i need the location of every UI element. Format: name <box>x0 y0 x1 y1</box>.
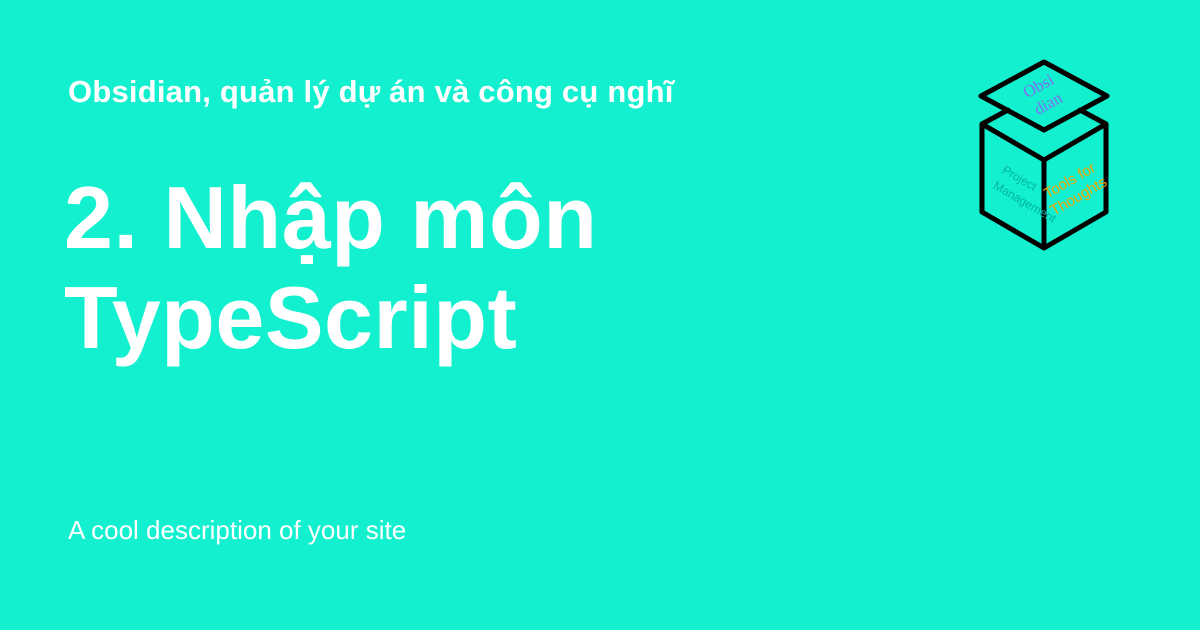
page-title: 2. Nhập môn TypeScript <box>64 168 598 367</box>
cube-front-top-left <box>980 121 1046 163</box>
cube-front-top-right <box>1042 121 1108 163</box>
cube-logo-icon: Obsi dian Project Management Tools for T… <box>964 54 1124 254</box>
social-card: Obsidian, quản lý dự án và công cụ nghĩ … <box>0 0 1200 630</box>
cube-left-top-edge <box>979 107 1011 127</box>
cube-right-top-edge <box>1077 107 1109 127</box>
site-description: A cool description of your site <box>68 515 407 545</box>
site-name: Obsidian, quản lý dự án và công cụ nghĩ <box>68 74 674 109</box>
